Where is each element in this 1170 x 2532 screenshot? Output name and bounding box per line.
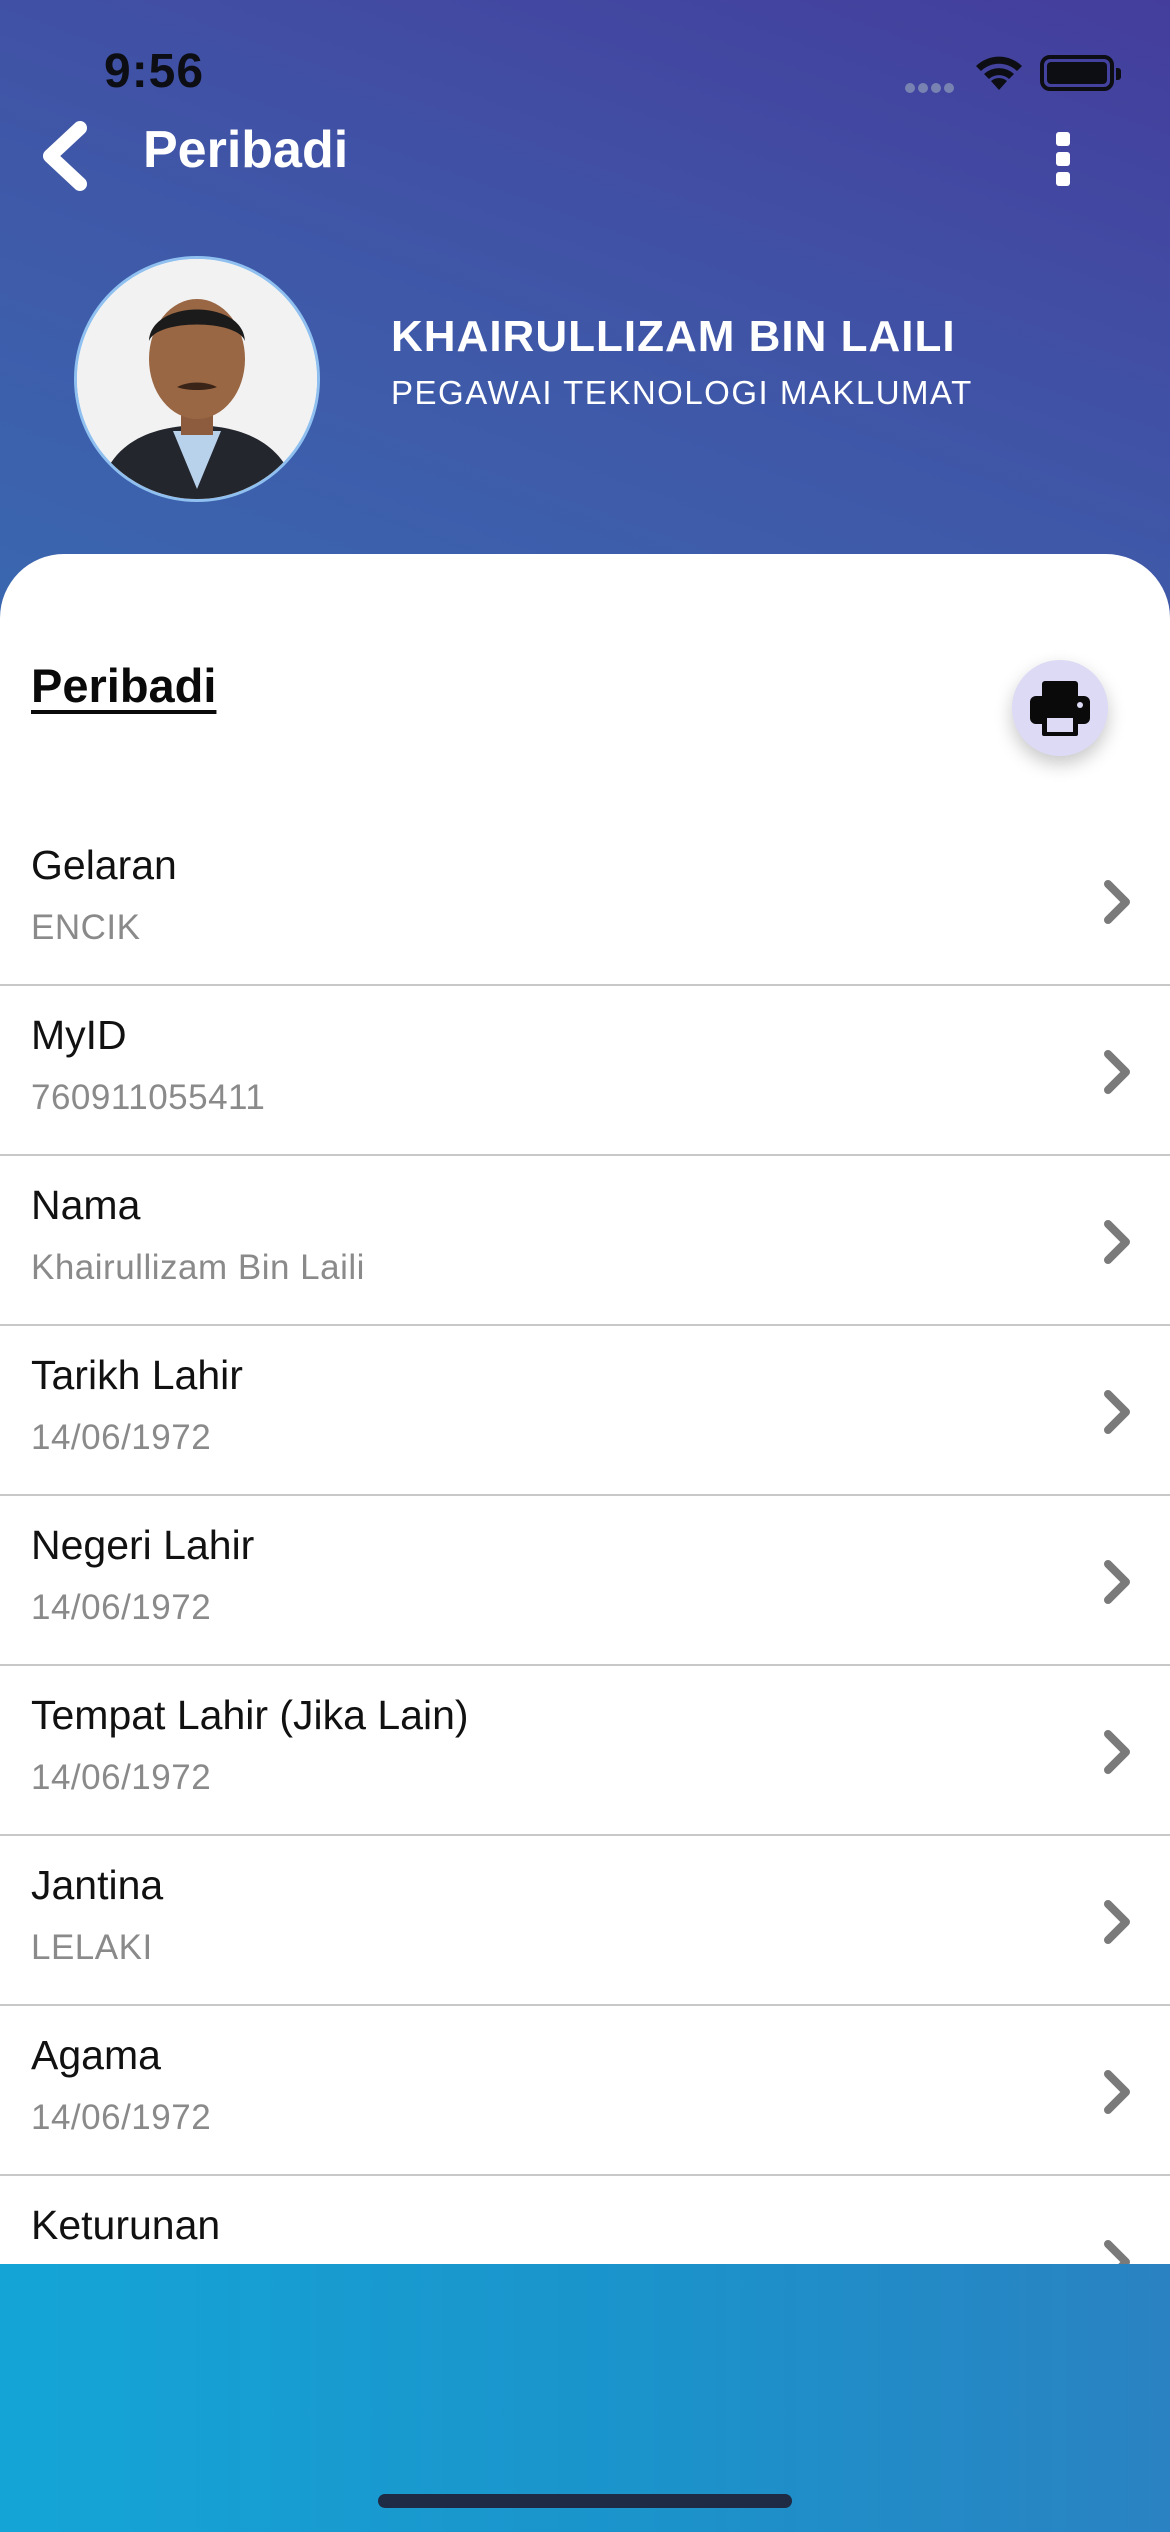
list-item[interactable]: Agama 14/06/1972 [0, 2006, 1170, 2176]
field-label: Keturunan [31, 2202, 221, 2248]
chevron-right-icon [1104, 1390, 1130, 1434]
field-label: Nama [31, 1182, 141, 1228]
printer-icon [1030, 681, 1090, 736]
chevron-right-icon [1104, 1730, 1130, 1774]
field-label: Agama [31, 2032, 161, 2078]
field-value: 14/06/1972 [31, 1588, 212, 1627]
field-value: 760911055411 [31, 1078, 266, 1117]
bottom-bar [0, 2264, 1170, 2532]
list-item[interactable]: MyID 760911055411 [0, 986, 1170, 1156]
chevron-right-icon [1104, 1050, 1130, 1094]
profile-name: KHAIRULLIZAM BIN LAILI [391, 312, 956, 361]
avatar [74, 256, 320, 502]
chevron-right-icon [1104, 1560, 1130, 1604]
field-label: Jantina [31, 1862, 164, 1908]
field-value: LELAKI [31, 1928, 153, 1967]
chevron-right-icon [1104, 1900, 1130, 1944]
chevron-right-icon [1104, 880, 1130, 924]
details-card: Peribadi Gelaran ENCIK MyID 760911055411… [0, 554, 1170, 2264]
field-label: Gelaran [31, 842, 177, 888]
profile-position: PEGAWAI TEKNOLOGI MAKLUMAT [391, 374, 973, 411]
vertical-ellipsis-icon [1056, 132, 1070, 146]
list-item[interactable]: Negeri Lahir 14/06/1972 [0, 1496, 1170, 1666]
section-title: Peribadi [31, 659, 217, 712]
field-label: Tempat Lahir (Jika Lain) [31, 1692, 469, 1738]
battery-icon [1040, 55, 1121, 91]
list-item[interactable]: Gelaran ENCIK [0, 816, 1170, 986]
print-button[interactable] [1012, 660, 1108, 756]
field-value: Khairullizam Bin Laili [31, 1248, 365, 1287]
list-item[interactable]: Nama Khairullizam Bin Laili [0, 1156, 1170, 1326]
page-title: Peribadi [143, 121, 349, 179]
more-options-button[interactable] [1038, 132, 1088, 192]
list-item[interactable]: Tarikh Lahir 14/06/1972 [0, 1326, 1170, 1496]
back-button[interactable] [30, 118, 100, 194]
status-bar: 9:56 [0, 0, 1170, 140]
chevron-right-icon [1104, 1220, 1130, 1264]
list-item[interactable]: Tempat Lahir (Jika Lain) 14/06/1972 [0, 1666, 1170, 1836]
wifi-icon [976, 56, 1022, 90]
field-value: 14/06/1972 [31, 1418, 212, 1457]
field-label: Tarikh Lahir [31, 1352, 243, 1398]
status-time: 9:56 [104, 45, 205, 98]
field-value: ENCIK [31, 908, 141, 947]
list-item[interactable]: Jantina LELAKI [0, 1836, 1170, 2006]
field-label: MyID [31, 1012, 127, 1058]
home-indicator[interactable] [378, 2494, 792, 2508]
field-list: Gelaran ENCIK MyID 760911055411 Nama Kha… [0, 816, 1170, 2264]
cellular-signal-icon [905, 80, 961, 93]
field-label: Negeri Lahir [31, 1522, 255, 1568]
list-item[interactable]: Keturunan [0, 2176, 1170, 2264]
chevron-right-icon [1104, 2070, 1130, 2114]
field-value: 14/06/1972 [31, 2098, 212, 2137]
chevron-right-icon [1104, 2240, 1130, 2264]
field-value: 14/06/1972 [31, 1758, 212, 1797]
